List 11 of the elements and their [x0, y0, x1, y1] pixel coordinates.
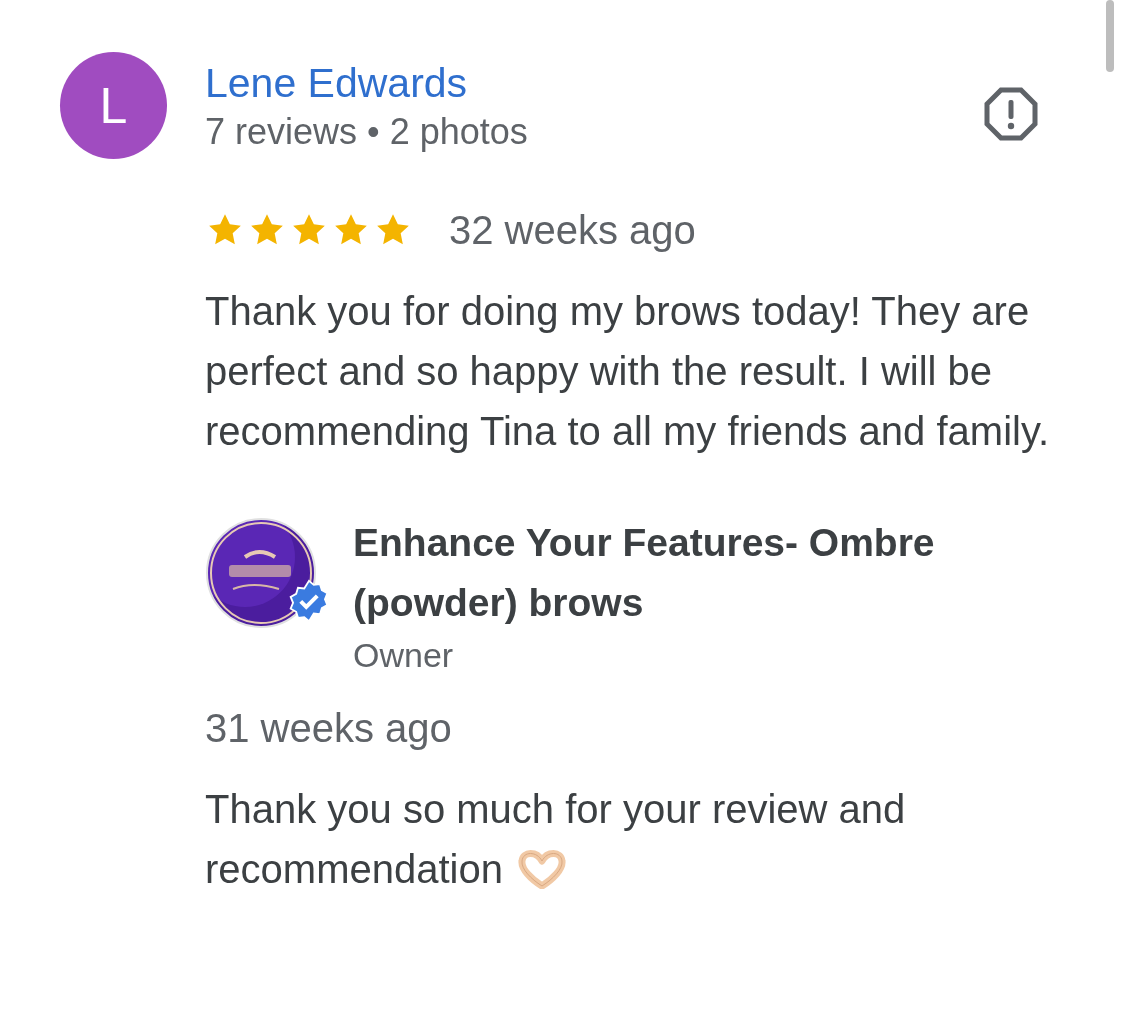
scroll-bar[interactable]	[1106, 0, 1114, 72]
owner-role: Owner	[353, 635, 455, 675]
review-time: 32 weeks ago	[449, 207, 696, 253]
owner-name: Enhance Your Features- Ombre (powder) brows	[353, 520, 936, 626]
avatar: L	[60, 52, 167, 159]
author-meta: 7 reviews • 2 photos	[205, 110, 529, 154]
author-name[interactable]: Lene Edwards	[205, 60, 945, 106]
reply-time: 31 weeks ago	[205, 705, 453, 751]
reply-text: Thank you so much for your review and recommendation	[205, 786, 907, 893]
report-icon[interactable]	[983, 86, 1039, 142]
review-text: Thank you for doing my brows today! They are perfect and so happy with the result. I will be recommending Tina to all my friends and family.	[205, 288, 1051, 455]
